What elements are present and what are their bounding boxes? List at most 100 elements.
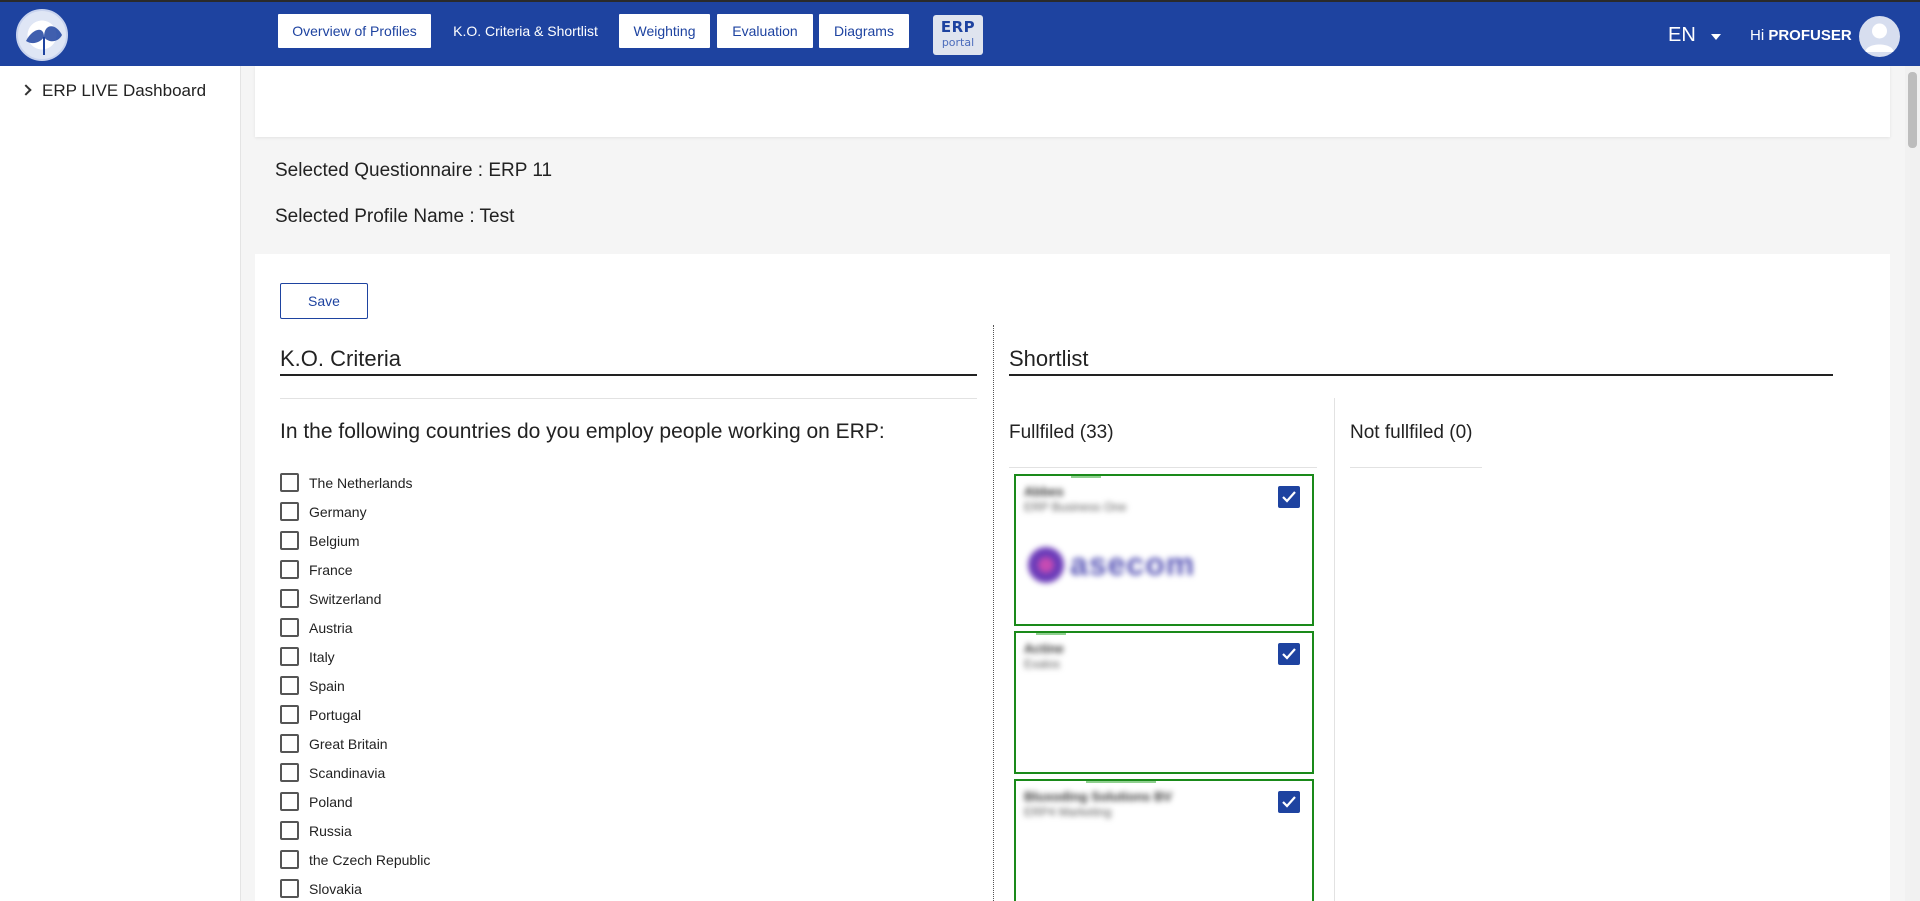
tab-ko-criteria-shortlist[interactable]: K.O. Criteria & Shortlist: [437, 13, 614, 49]
tab-weighting[interactable]: Weighting: [618, 13, 711, 49]
page-scrollbar[interactable]: [1905, 66, 1920, 901]
country-label: Scandinavia: [309, 764, 386, 781]
checkbox[interactable]: [280, 821, 299, 840]
country-label: Portugal: [309, 706, 362, 723]
country-label: The Netherlands: [309, 474, 413, 491]
country-option[interactable]: Switzerland: [280, 589, 381, 608]
not-fulfilled-divider: [1350, 467, 1482, 468]
user-avatar-icon[interactable]: [1859, 16, 1900, 57]
country-label: Germany: [309, 503, 367, 520]
ko-question: In the following countries do you employ…: [280, 420, 885, 443]
ko-criteria-divider: [280, 374, 977, 376]
country-option[interactable]: Poland: [280, 792, 353, 811]
checkbox[interactable]: [280, 734, 299, 753]
country-option[interactable]: the Czech Republic: [280, 850, 430, 869]
checkbox[interactable]: [280, 850, 299, 869]
checkbox[interactable]: [280, 502, 299, 521]
checkbox[interactable]: [280, 676, 299, 695]
country-option[interactable]: France: [280, 560, 353, 579]
badge-line-1: ERP: [940, 18, 976, 36]
country-label: Slovakia: [309, 880, 362, 897]
shortlist-divider: [1009, 374, 1833, 376]
vendor-name: Bluxoding Solutions BV: [1024, 789, 1173, 804]
username: PROFUSER: [1768, 27, 1852, 44]
vendor-product: Exalos: [1024, 657, 1061, 671]
vendor-product: ERP Business One: [1024, 500, 1127, 514]
fulfilled-heading: Fullfiled (33): [1009, 422, 1114, 443]
country-option[interactable]: Slovakia: [280, 879, 362, 898]
checkbox[interactable]: [280, 792, 299, 811]
tabs-card: [255, 66, 1890, 137]
greeting-prefix: Hi: [1750, 27, 1765, 44]
checkbox[interactable]: [280, 531, 299, 550]
country-option[interactable]: The Netherlands: [280, 473, 413, 492]
country-label: France: [309, 561, 353, 578]
shortlist-card[interactable]: Bluxoding Solutions BV ERP4 Marketing: [1014, 779, 1314, 901]
column-separator: [993, 325, 994, 901]
country-option[interactable]: Belgium: [280, 531, 360, 550]
sidebar: ERP LIVE Dashboard: [0, 66, 241, 901]
shortlist-card[interactable]: Actine Exalos: [1014, 631, 1314, 774]
leaf-globe-logo[interactable]: [16, 9, 68, 61]
shortlist-column-separator: [1334, 398, 1335, 901]
checkbox[interactable]: [280, 560, 299, 579]
country-label: Great Britain: [309, 735, 388, 752]
erp-portal-badge[interactable]: ERP portal: [933, 15, 983, 55]
vendor-name: Actine: [1024, 641, 1064, 656]
country-label: Poland: [309, 793, 353, 810]
selected-questionnaire: Selected Questionnaire : ERP 11: [275, 160, 553, 181]
shortlist-title: Shortlist: [1009, 346, 1089, 371]
vendor-logo-text: asecom: [1070, 546, 1196, 582]
country-option[interactable]: Great Britain: [280, 734, 388, 753]
country-label: Belgium: [309, 532, 360, 549]
scrollbar-thumb[interactable]: [1908, 72, 1917, 148]
checkbox[interactable]: [280, 647, 299, 666]
country-option[interactable]: Italy: [280, 647, 335, 666]
ko-criteria-title: K.O. Criteria: [280, 346, 402, 371]
country-option[interactable]: Scandinavia: [280, 763, 385, 782]
card-accent: [1086, 781, 1156, 783]
checked-checkbox-icon[interactable]: [1278, 486, 1300, 508]
checkbox[interactable]: [280, 473, 299, 492]
country-option[interactable]: Austria: [280, 618, 353, 637]
country-label: Spain: [309, 677, 345, 694]
sidebar-item-erp-live-dashboard[interactable]: ERP LIVE Dashboard: [20, 81, 207, 101]
country-option[interactable]: Russia: [280, 821, 352, 840]
checked-checkbox-icon[interactable]: [1278, 791, 1300, 813]
country-label: the Czech Republic: [309, 851, 431, 868]
card-accent: [1036, 633, 1066, 635]
user-greeting: Hi PROFUSER: [1750, 27, 1852, 44]
checkbox[interactable]: [280, 879, 299, 898]
vendor-logo-mark: [1028, 546, 1064, 583]
checked-checkbox-icon[interactable]: [1278, 643, 1300, 665]
vendor-product: ERP4 Marketing: [1024, 805, 1112, 819]
checkbox[interactable]: [280, 705, 299, 724]
country-label: Switzerland: [309, 590, 382, 607]
country-option[interactable]: Spain: [280, 676, 345, 695]
country-label: Austria: [309, 619, 353, 636]
tab-overview-of-profiles[interactable]: Overview of Profiles: [277, 13, 432, 49]
country-label: Italy: [309, 648, 335, 665]
fulfilled-divider: [1009, 467, 1317, 468]
selected-profile-name: Selected Profile Name : Test: [275, 206, 515, 227]
caret-down-icon[interactable]: [1711, 34, 1721, 40]
ko-criteria-thin-divider: [280, 398, 977, 399]
vendor-name: Abbes: [1024, 484, 1064, 499]
sidebar-item-label: ERP LIVE Dashboard: [42, 81, 207, 100]
tab-diagrams[interactable]: Diagrams: [818, 13, 910, 49]
not-fulfilled-heading: Not fullfiled (0): [1350, 422, 1473, 443]
checkbox[interactable]: [280, 589, 299, 608]
save-button[interactable]: Save: [280, 283, 368, 319]
badge-line-2: portal: [941, 36, 975, 49]
checkbox[interactable]: [280, 618, 299, 637]
checkbox[interactable]: [280, 763, 299, 782]
vendor-logo: asecom: [1028, 546, 1195, 583]
tab-evaluation[interactable]: Evaluation: [716, 13, 814, 49]
language-selector[interactable]: EN: [1668, 24, 1696, 47]
card-accent: [1071, 476, 1101, 478]
country-label: Russia: [309, 822, 352, 839]
country-option[interactable]: Germany: [280, 502, 367, 521]
chevron-right-icon: [20, 84, 32, 96]
shortlist-card[interactable]: Abbes ERP Business One asecom: [1014, 474, 1314, 626]
country-option[interactable]: Portugal: [280, 705, 361, 724]
